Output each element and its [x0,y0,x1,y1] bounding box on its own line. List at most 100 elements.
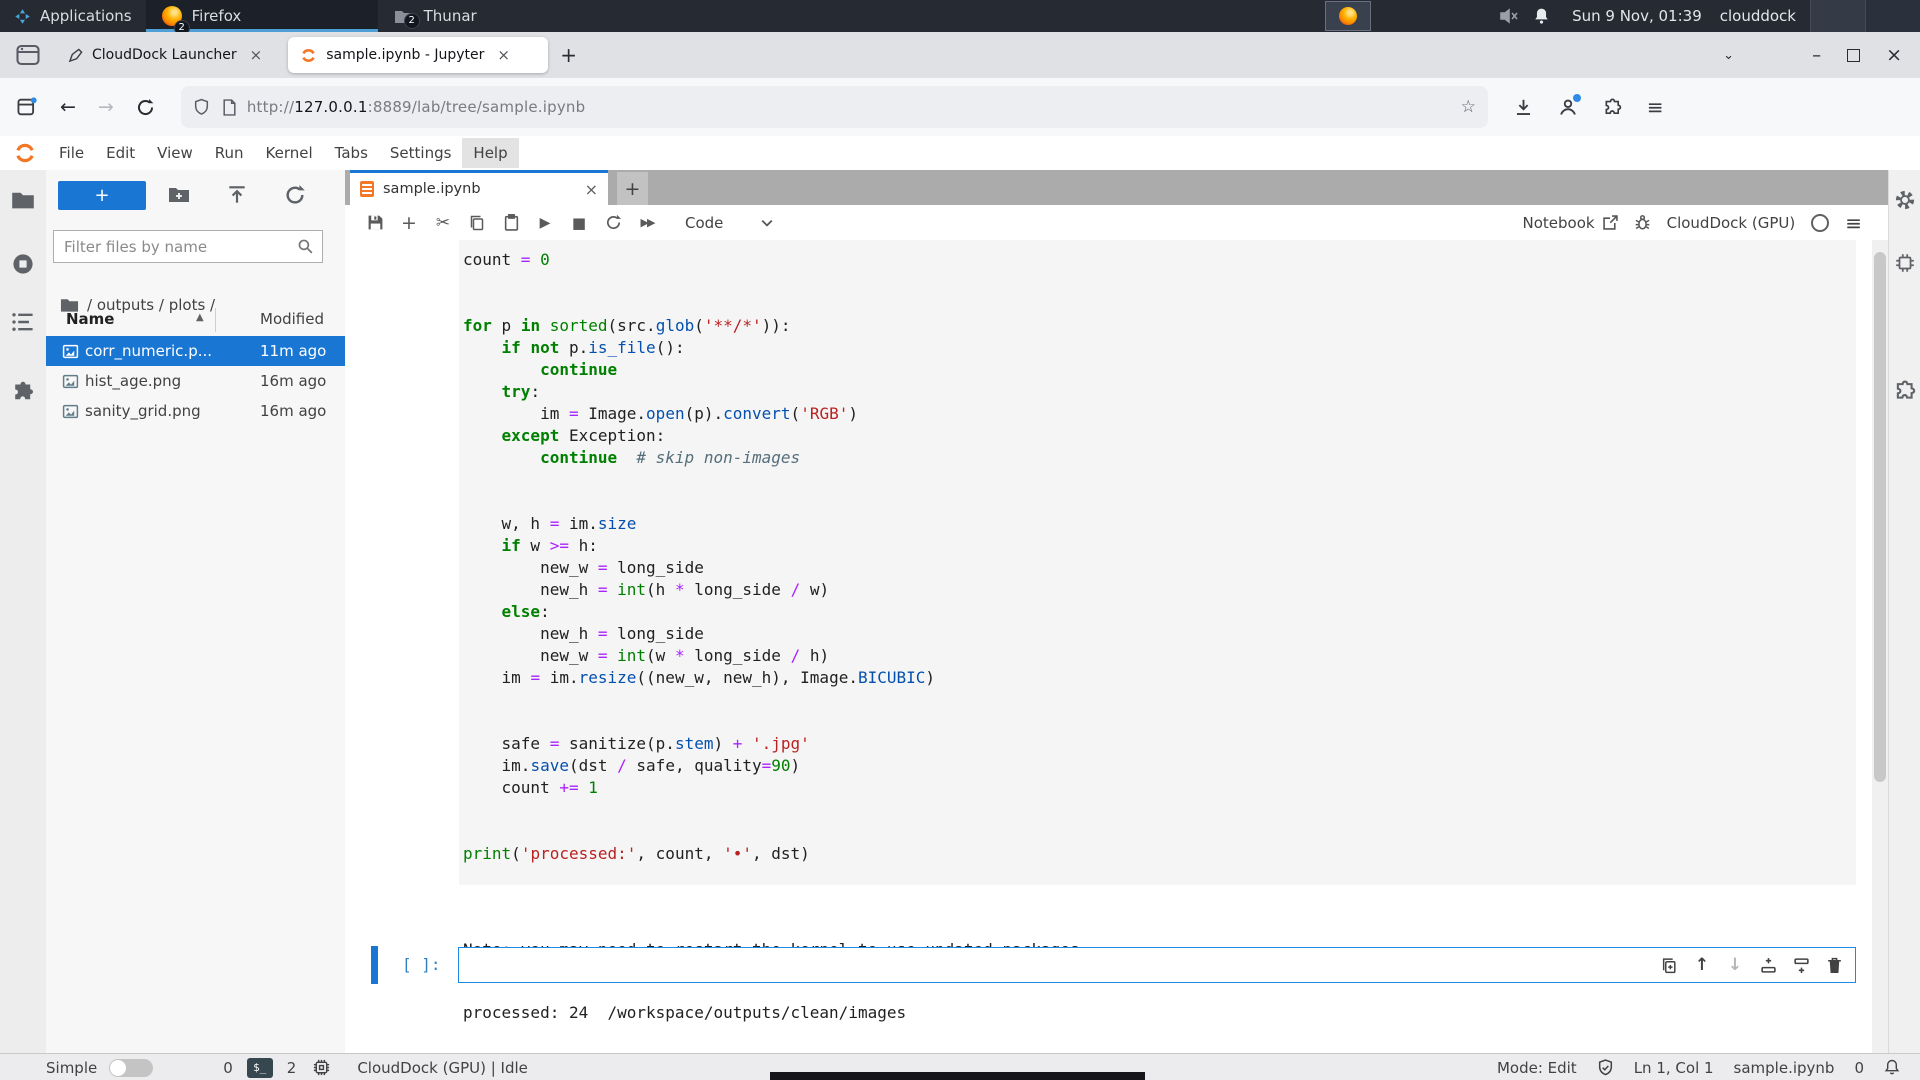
taskbar-window-firefox[interactable]: 2 Firefox [146,0,378,32]
applications-menu[interactable]: Applications [0,0,146,32]
menu-item-edit[interactable]: Edit [95,138,146,168]
url-bar[interactable]: http://127.0.0.1:8889/lab/tree/sample.ip… [181,86,1488,128]
open-in-notebook-link[interactable]: Notebook [1523,214,1618,232]
file-filter-box[interactable] [53,230,323,263]
status-filename[interactable]: sample.ipynb [1734,1059,1835,1077]
close-tab-icon[interactable]: × [493,46,514,64]
workspace-2[interactable] [1865,0,1920,32]
column-modified[interactable]: Modified [260,310,324,328]
paste-cells-button[interactable] [501,213,521,233]
chip-icon[interactable] [1894,252,1916,274]
move-cell-up-icon[interactable]: ↑ [1693,956,1711,974]
notifications-count[interactable]: 0 [1854,1059,1864,1077]
url-text[interactable]: http://127.0.0.1:8889/lab/tree/sample.ip… [247,98,585,116]
simple-mode-toggle[interactable] [109,1059,153,1077]
cell-type-dropdown[interactable]: Code [685,214,773,232]
list-tabs-icon[interactable]: ⌄ [1723,48,1734,63]
back-button[interactable]: ← [60,96,76,118]
property-inspector-gear-icon[interactable] [1894,189,1916,211]
mode-indicator[interactable]: Mode: Edit [1497,1059,1577,1077]
refresh-file-list-icon[interactable] [284,184,306,206]
clock[interactable]: Sun 9 Nov, 01:39 [1572,7,1702,25]
restart-run-all-button[interactable]: ▶▶ [637,213,657,233]
file-filter-input[interactable] [62,237,297,257]
toolbar-menu-icon[interactable]: ≡ [1845,211,1862,235]
minimize-button[interactable]: – [1812,45,1821,66]
file-row-corr-numeric[interactable]: corr_numeric.p... 11m ago [46,336,345,366]
new-launcher-button[interactable]: + [58,181,146,210]
menu-item-kernel[interactable]: Kernel [255,138,324,168]
file-row-sanity-grid[interactable]: sanity_grid.png 16m ago [46,396,345,426]
notebook-scrollbar[interactable] [1872,240,1888,1053]
bookmark-star-icon[interactable]: ☆ [1461,97,1476,117]
extensions-puzzle-icon[interactable] [1603,98,1622,117]
kernels-count[interactable]: 2 [287,1059,297,1077]
maximize-button[interactable] [1847,49,1860,62]
kernel-status-text[interactable]: CloudDock (GPU) | Idle [357,1059,528,1077]
volume-muted-icon[interactable] [1499,7,1519,25]
empty-cell-editor[interactable]: ↑ ↓ [458,947,1856,983]
run-cell-button[interactable]: ▶ [535,213,555,233]
notebook-tab[interactable]: sample.ipynb × [350,170,608,205]
code-editor[interactable]: count = 0 for p in sorted(src.glob('**/*… [459,240,1856,865]
insert-cell-below-icon[interactable] [1792,956,1810,974]
file-row-hist-age[interactable]: hist_age.png 16m ago [46,366,345,396]
copy-cells-button[interactable] [467,213,487,233]
notifications-bell-icon[interactable] [1884,1059,1900,1076]
column-name[interactable]: Name [66,310,114,328]
puzzle-icon[interactable] [1894,380,1916,402]
delete-cell-icon[interactable] [1825,956,1843,974]
table-of-contents-icon[interactable] [11,310,35,334]
terminals-count[interactable]: 0 [223,1059,233,1077]
insert-cell-above-icon[interactable] [1759,956,1777,974]
running-kernels-icon[interactable] [11,252,35,276]
cut-cells-button[interactable]: ✂ [433,213,453,233]
kernel-name[interactable]: CloudDock (GPU) [1667,214,1796,232]
kernel-status-icon[interactable] [1811,214,1829,232]
new-tab-button[interactable]: + [548,43,589,67]
firefox-view-icon[interactable] [16,44,40,66]
menu-item-file[interactable]: File [48,138,95,168]
menu-item-settings[interactable]: Settings [379,138,463,168]
notifications-bell-icon[interactable] [1533,7,1550,25]
app-menu-icon[interactable]: ≡ [1647,95,1664,119]
debugger-bug-icon[interactable] [1634,214,1651,231]
cursor-position[interactable]: Ln 1, Col 1 [1634,1059,1714,1077]
browser-tab-clouddock[interactable]: CloudDock Launcher × [58,32,276,78]
extension-manager-icon[interactable] [11,380,35,404]
extension-sidebar-icon[interactable] [16,96,38,118]
taskbar-window-thunar[interactable]: 2 Thunar [378,0,610,32]
workspace-1[interactable] [1810,0,1865,32]
menu-item-tabs[interactable]: Tabs [324,138,379,168]
shield-icon[interactable] [193,98,210,116]
trust-shield-icon[interactable] [1597,1059,1614,1077]
browser-tab-jupyter[interactable]: sample.ipynb - Jupyter × [288,37,548,73]
close-window-button[interactable]: × [1886,44,1902,66]
new-folder-icon[interactable] [168,184,190,206]
workspace-pager[interactable] [1810,0,1920,32]
interrupt-kernel-button[interactable]: ■ [569,213,589,233]
duplicate-cell-icon[interactable] [1660,956,1678,974]
insert-cell-button[interactable]: + [399,213,419,233]
firefox-tray-icon[interactable] [1325,1,1371,31]
menu-item-view[interactable]: View [146,138,204,168]
restart-kernel-button[interactable] [603,213,623,233]
terminal-icon[interactable]: $_ [247,1058,273,1078]
active-empty-cell[interactable]: [ ]: ↑ ↓ [345,946,1888,984]
reload-button[interactable] [136,98,155,117]
add-notebook-tab-button[interactable]: + [617,172,648,205]
file-browser-icon[interactable] [11,188,35,212]
close-notebook-tab-icon[interactable]: × [585,180,598,199]
close-tab-icon[interactable]: × [246,46,267,64]
menu-item-run[interactable]: Run [204,138,255,168]
hidden-dock-strip[interactable] [770,1072,1145,1080]
upload-icon[interactable] [226,184,248,206]
account-icon[interactable] [1558,97,1578,117]
page-info-icon[interactable] [222,99,237,116]
menu-item-help[interactable]: Help [462,138,518,168]
code-cell[interactable]: count = 0 for p in sorted(src.glob('**/*… [459,240,1856,885]
save-button[interactable] [365,213,385,233]
kernel-chip-icon[interactable] [312,1058,331,1077]
cell-collapser[interactable] [371,946,378,984]
scrollbar-thumb[interactable] [1874,252,1886,782]
